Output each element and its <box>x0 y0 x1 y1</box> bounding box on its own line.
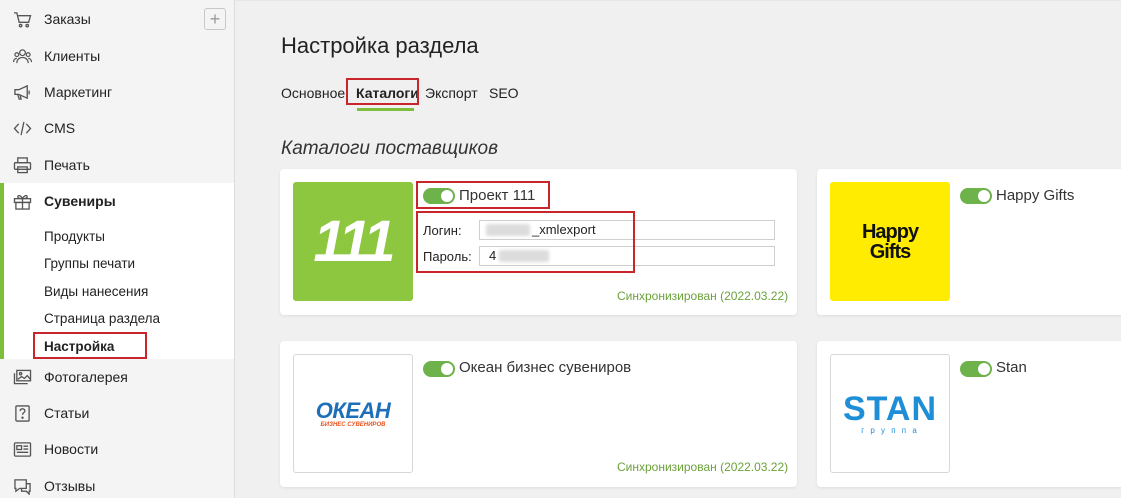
sync-status: Синхронизирован (2022.03.22) <box>617 289 789 303</box>
submenu-item-products[interactable]: Продукты <box>44 229 105 244</box>
sidebar-item-label: Новости <box>44 441 99 457</box>
happy-gifts-logo: Happy Gifts <box>830 182 950 301</box>
printer-icon <box>12 156 32 174</box>
stan-toggle[interactable] <box>960 361 992 377</box>
code-icon <box>12 119 32 137</box>
sidebar-item-label: Статьи <box>44 405 90 421</box>
stan-logo-text: STAN <box>842 390 938 428</box>
happy-gifts-logo-line2: Gifts <box>869 240 912 263</box>
sidebar-item-cms[interactable]: CMS <box>0 110 234 146</box>
highlight-box-settings <box>33 332 147 359</box>
highlight-box-supplier-name <box>416 181 550 209</box>
active-indicator <box>0 183 4 359</box>
add-order-button[interactable]: + <box>204 8 226 30</box>
proekt111-logo: 111 <box>293 182 413 301</box>
megaphone-icon <box>12 83 32 101</box>
news-icon <box>12 440 32 458</box>
ocean-logo-text: ОКЕАН <box>315 397 391 423</box>
cart-icon <box>12 10 32 28</box>
happy-gifts-toggle[interactable] <box>960 188 992 204</box>
sidebar-item-clients[interactable]: Клиенты <box>0 38 234 74</box>
sidebar-item-reviews[interactable]: Отзывы <box>0 468 234 498</box>
ocean-toggle[interactable] <box>423 361 455 377</box>
sidebar-item-souvenirs[interactable]: Сувениры <box>0 183 234 219</box>
sidebar-item-news[interactable]: Новости <box>0 431 234 467</box>
sidebar: Заказы + Клиенты Маркетинг CMS Печать Су… <box>0 0 235 498</box>
image-icon <box>12 368 32 386</box>
top-divider <box>235 0 1121 1</box>
supplier-name: Happy Gifts <box>996 187 1075 204</box>
sidebar-item-label: Фотогалерея <box>44 369 128 385</box>
stan-logo: STAN г р у п п а <box>830 354 950 473</box>
sidebar-item-gallery[interactable]: Фотогалерея <box>0 359 234 395</box>
sidebar-item-label: Маркетинг <box>44 84 113 100</box>
proekt111-logo-text: 111 <box>313 209 395 274</box>
sidebar-item-label: Заказы <box>44 11 91 27</box>
tab-general[interactable]: Основное <box>281 85 345 101</box>
sidebar-item-label: Печать <box>44 157 90 173</box>
submenu-item-application-types[interactable]: Виды нанесения <box>44 284 148 299</box>
sync-status: Синхронизирован (2022.03.22) <box>617 460 789 474</box>
sidebar-item-label: Сувениры <box>44 193 116 209</box>
users-icon <box>12 47 32 65</box>
section-title: Каталоги поставщиков <box>281 138 499 159</box>
sidebar-item-orders[interactable]: Заказы <box>0 1 234 37</box>
sidebar-item-label: Клиенты <box>44 48 101 64</box>
highlight-box-credentials <box>416 211 635 273</box>
sidebar-item-label: CMS <box>44 120 76 136</box>
sidebar-item-print[interactable]: Печать <box>0 147 234 183</box>
tab-seo[interactable]: SEO <box>489 85 519 101</box>
page-title: Настройка раздела <box>281 33 479 58</box>
ocean-logo-subtext: БИЗНЕС СУВЕНИРОВ <box>320 421 386 428</box>
tab-export[interactable]: Экспорт <box>425 85 478 101</box>
question-icon <box>12 404 32 422</box>
sidebar-item-marketing[interactable]: Маркетинг <box>0 74 234 110</box>
supplier-name: Океан бизнес сувениров <box>459 359 632 376</box>
submenu-item-print-groups[interactable]: Группы печати <box>44 256 135 271</box>
supplier-name: Stan <box>996 359 1027 376</box>
sidebar-item-label: Отзывы <box>44 478 96 494</box>
submenu-item-section-page[interactable]: Страница раздела <box>44 311 160 326</box>
gift-icon <box>12 192 32 210</box>
active-tab-underline <box>357 108 414 111</box>
sidebar-item-articles[interactable]: Статьи <box>0 395 234 431</box>
stan-logo-subtext: г р у п п а <box>861 426 919 435</box>
highlight-box-catalogs-tab <box>346 78 419 105</box>
happy-gifts-logo-line1: Happy <box>861 220 919 243</box>
speech-icon <box>12 477 32 495</box>
ocean-logo: ОКЕАН БИЗНЕС СУВЕНИРОВ <box>293 354 413 473</box>
